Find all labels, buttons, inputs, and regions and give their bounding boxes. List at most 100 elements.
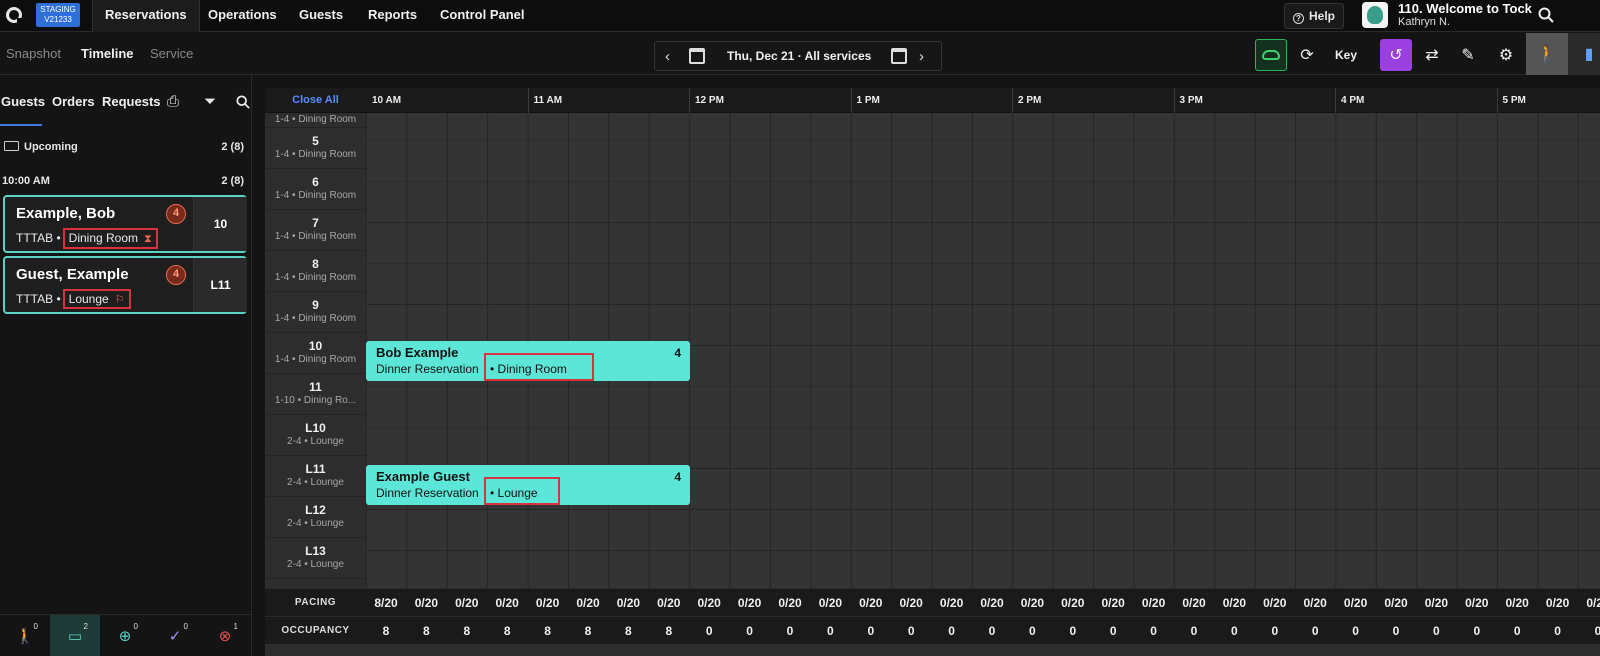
pacing-value: 0/20 xyxy=(778,596,802,610)
table-row-label[interactable]: L11 2-4 • Lounge xyxy=(265,456,366,497)
table-row-label[interactable]: 8 1-4 • Dining Room xyxy=(265,251,366,292)
table-row-label[interactable]: 1-4 • Dining Room xyxy=(265,113,366,128)
key-button[interactable]: Key xyxy=(1330,39,1362,71)
sidebar-tab-orders[interactable]: Orders xyxy=(52,94,95,109)
time-group-label: 10:00 AM xyxy=(2,175,50,187)
edit-button[interactable]: ✎ xyxy=(1452,39,1484,71)
pacing-value: 0/20 xyxy=(939,596,964,610)
pacing-value: 0/20 xyxy=(737,596,762,610)
walk-in-count: 0 xyxy=(33,622,38,631)
upcoming-row[interactable]: Upcoming 2 (8) xyxy=(0,141,252,153)
shuffle-button[interactable]: ⇄ xyxy=(1416,39,1448,71)
filter-icon[interactable]: ⏷ xyxy=(201,93,219,111)
tab-service[interactable]: Service xyxy=(150,46,193,61)
calendar-next-icon[interactable] xyxy=(891,48,907,64)
chevron-right-icon[interactable]: › xyxy=(919,48,924,65)
table-name: 10 xyxy=(308,339,323,353)
occupancy-value: 0 xyxy=(1069,624,1077,638)
pacing-value: 0/20 xyxy=(1303,596,1327,610)
timeline-grid: Close All 10 AM 11 AM 12 PM 1 PM 2 PM 3 PM 4 P… xyxy=(265,88,1600,656)
table-capacity: 1-4 • Dining Room xyxy=(274,190,357,201)
hourglass-icon: ⧗ xyxy=(144,233,152,245)
chevron-left-icon[interactable]: ‹ xyxy=(665,48,670,65)
hour-divider xyxy=(1173,88,1175,113)
sidebar-tab-guests[interactable]: Guests xyxy=(1,94,45,109)
table-row-label[interactable]: 5 1-4 • Dining Room xyxy=(265,128,366,169)
date-text[interactable]: Thu, Dec 21 · All services xyxy=(727,49,871,63)
table-row-label[interactable]: L12 2-4 • Lounge xyxy=(265,497,366,538)
occupancy-value: 0 xyxy=(1190,624,1198,638)
nav-tab-operations[interactable]: Operations xyxy=(196,0,289,32)
upcoming-count: 2 (8) xyxy=(221,141,244,153)
hour-divider xyxy=(1012,88,1013,113)
pacing-value: 0/20 xyxy=(1465,596,1489,610)
nav-tab-guests[interactable]: Guests xyxy=(287,0,355,32)
calendar-prev-icon[interactable] xyxy=(689,48,705,64)
hour-divider xyxy=(527,88,529,113)
pacing-value: 0/20 xyxy=(1586,596,1600,610)
cloud-icon xyxy=(1262,50,1280,60)
walk-in-filter[interactable]: 🚶 0 xyxy=(0,615,50,656)
occupancy-value: 0 xyxy=(1554,624,1561,638)
table-capacity: 1-4 • Dining Room xyxy=(274,149,357,160)
table-row-label[interactable]: L13 2-4 • Lounge xyxy=(265,538,366,579)
nav-tab-control-panel[interactable]: Control Panel xyxy=(428,0,537,32)
arrow-down-circle-icon: ⊕ xyxy=(118,628,132,645)
table-row-label[interactable]: L10 2-4 • Lounge xyxy=(265,415,366,456)
sidebar-tab-requests[interactable]: Requests xyxy=(102,94,161,109)
walking-person-icon: 🚶 xyxy=(1537,46,1557,63)
reservation-party-size: 4 xyxy=(674,346,681,360)
book-button[interactable]: ▮ xyxy=(1568,33,1600,75)
cancelled-filter[interactable]: ⊗ 1 xyxy=(200,615,250,656)
reservation-bar[interactable]: Example Guest 4 Dinner Reservation • Lou… xyxy=(366,465,690,505)
table-name: L13 xyxy=(305,544,326,558)
guest-card[interactable]: Guest, Example 4 TTTAB • Lounge ⚐ L11 xyxy=(3,256,247,314)
help-button[interactable]: ? Help xyxy=(1284,3,1344,29)
staging-version: V21233 xyxy=(44,15,72,24)
venue-user: Kathryn N. xyxy=(1398,16,1450,28)
pacing-value: 0/20 xyxy=(1343,596,1368,610)
pencil-icon: ✎ xyxy=(1461,47,1475,64)
close-all-button[interactable]: Close All xyxy=(265,88,366,113)
table-row-label[interactable]: 6 1-4 • Dining Room xyxy=(265,169,366,210)
history-button[interactable]: ↺ xyxy=(1380,39,1412,71)
guest-card-details: TTTAB • Lounge ⚐ xyxy=(16,289,131,309)
guest-card[interactable]: Example, Bob 4 TTTAB • Dining Room ⧗ 10 xyxy=(3,195,247,253)
settings-button[interactable]: ⚙ xyxy=(1490,39,1522,71)
table-row-label[interactable]: 11 1-10 • Dining Ro... xyxy=(265,374,366,415)
tock-logo-icon[interactable] xyxy=(6,7,23,24)
cancelled-count: 1 xyxy=(233,622,238,631)
table-capacity: 1-4 • Dining Room xyxy=(274,231,357,242)
guest-name: Example, Bob xyxy=(16,205,116,222)
arrived-filter[interactable]: ⊕ 0 xyxy=(100,615,150,656)
tab-timeline[interactable]: Timeline xyxy=(81,46,134,61)
refresh-button[interactable]: ⟳ xyxy=(1291,39,1323,71)
occupancy-value: 0 xyxy=(1513,624,1521,638)
booked-filter[interactable]: ▭ 2 xyxy=(50,615,100,656)
reservation-bar[interactable]: Bob Example 4 Dinner Reservation • Dinin… xyxy=(366,341,690,381)
occupancy-value: 8 xyxy=(625,624,632,638)
walk-in-button[interactable]: 🚶 xyxy=(1526,33,1568,75)
party-size-badge: 4 xyxy=(166,204,186,224)
occupancy-value: 8 xyxy=(423,624,430,638)
pacing-value: 0/20 xyxy=(576,596,600,610)
cloud-sync-button[interactable] xyxy=(1255,39,1287,71)
table-row-label[interactable]: 10 1-4 • Dining Room xyxy=(265,333,366,374)
venue-logo[interactable] xyxy=(1362,2,1388,28)
print-icon[interactable]: ⎙ xyxy=(164,93,182,111)
sidebar-search-icon[interactable] xyxy=(236,95,250,109)
table-capacity: 2-4 • Lounge xyxy=(287,518,344,529)
table-name: 9 xyxy=(312,298,319,312)
completed-count: 0 xyxy=(183,622,188,631)
table-row-label[interactable]: 9 1-4 • Dining Room xyxy=(265,292,366,333)
search-icon[interactable] xyxy=(1538,7,1554,23)
tab-snapshot[interactable]: Snapshot xyxy=(6,46,61,61)
venue-title[interactable]: 110. Welcome to Tock xyxy=(1398,1,1532,16)
nav-tab-reservations[interactable]: Reservations xyxy=(92,0,200,32)
open-book-icon: ▭ xyxy=(67,628,83,645)
completed-filter[interactable]: ✓ 0 xyxy=(150,615,200,656)
pacing-value: 0/20 xyxy=(859,596,883,610)
table-row-label[interactable]: 7 1-4 • Dining Room xyxy=(265,210,366,251)
nav-tab-reports[interactable]: Reports xyxy=(356,0,429,32)
time-group-row: 10:00 AM 2 (8) xyxy=(0,175,252,187)
